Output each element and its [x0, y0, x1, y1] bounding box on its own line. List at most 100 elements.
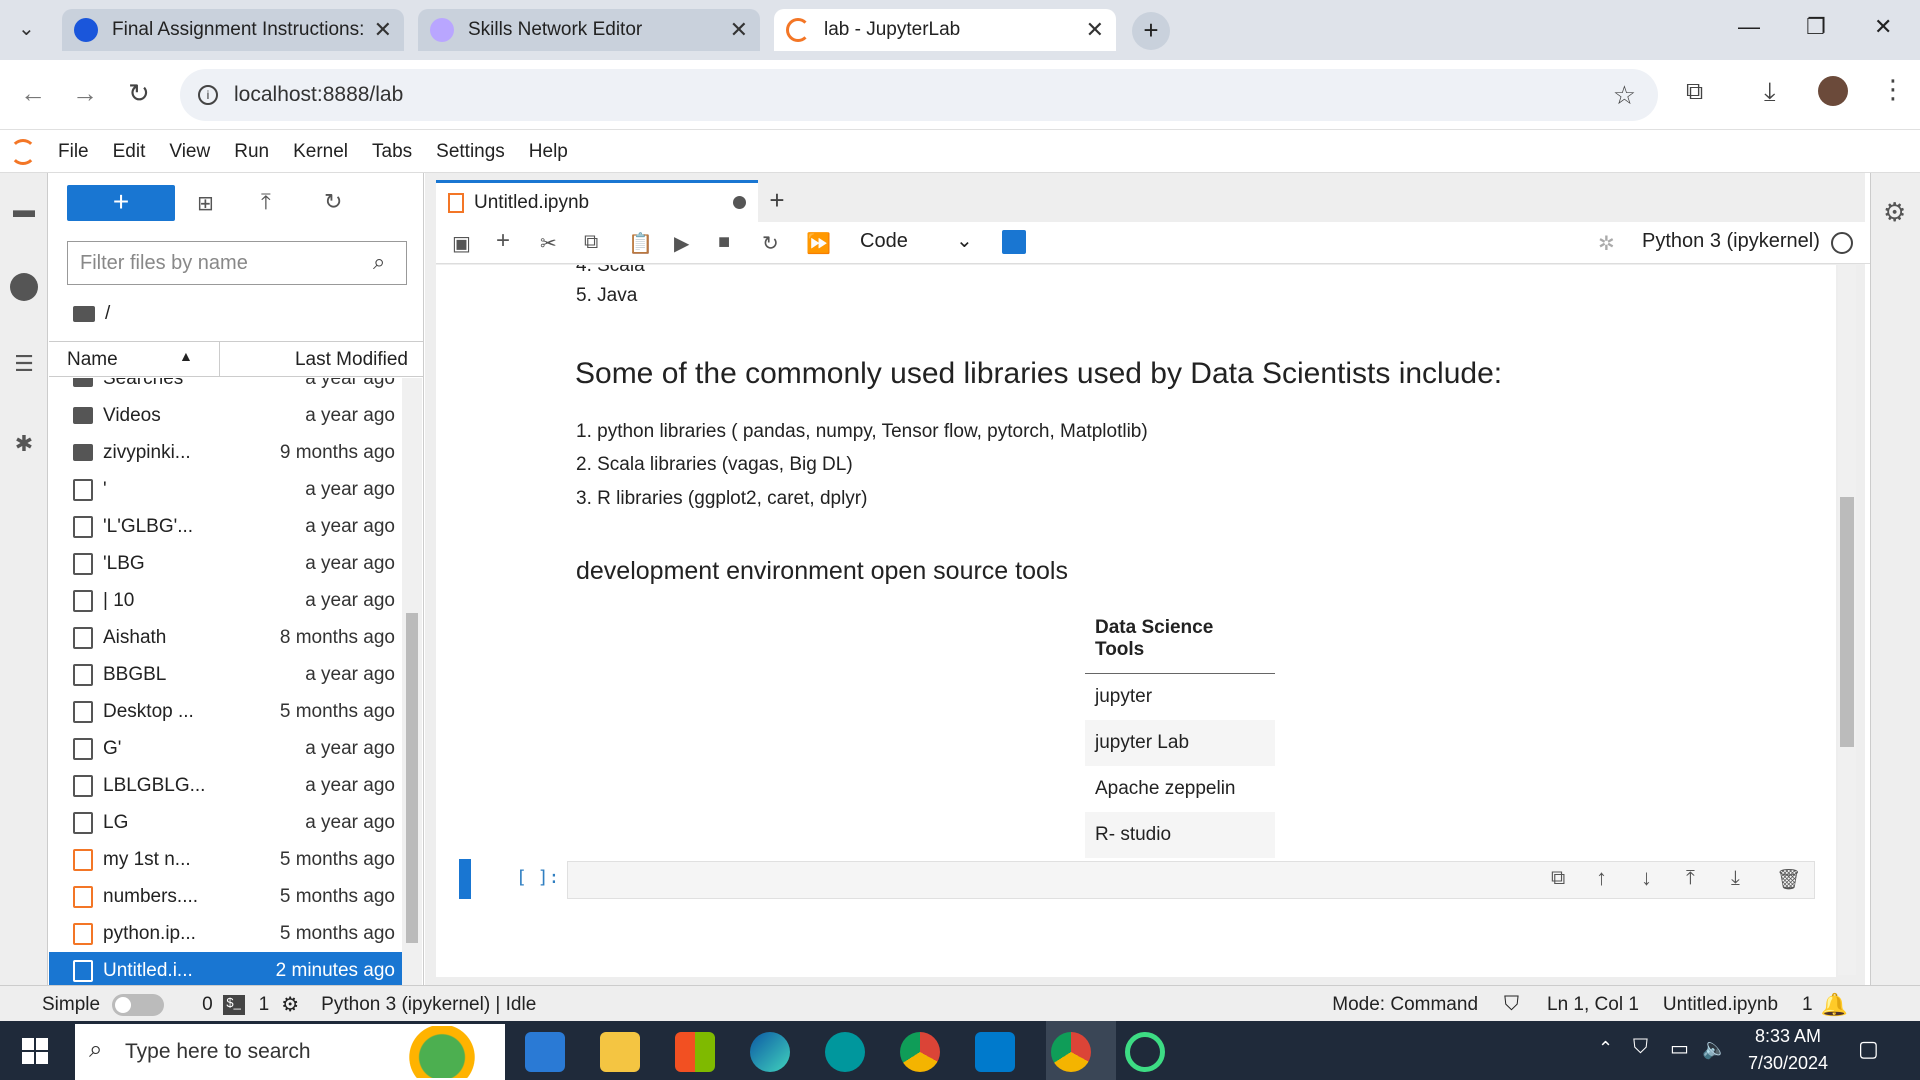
vscode-icon[interactable]	[975, 1032, 1015, 1072]
notification-center-icon[interactable]: ▢	[1858, 1036, 1879, 1062]
insert-cell-icon[interactable]: +	[496, 227, 510, 255]
restore-button[interactable]: ❐	[1806, 14, 1826, 40]
list-item[interactable]: LG a year ago	[49, 804, 409, 841]
kernel-chip-icon[interactable]: ⚙	[281, 992, 299, 1017]
anaconda-icon[interactable]	[1125, 1032, 1165, 1072]
insert-above-icon[interactable]: ⤒	[1686, 867, 1695, 890]
notification-count[interactable]: 1	[1802, 994, 1813, 1016]
add-tab-button[interactable]: +	[760, 184, 794, 218]
terminals-count[interactable]: 0	[202, 994, 213, 1016]
chevron-down-icon[interactable]: ⌄	[956, 228, 973, 253]
battery-icon[interactable]: ▭	[1670, 1036, 1689, 1061]
refresh-icon[interactable]: ↻	[324, 189, 342, 215]
new-launcher-button[interactable]: +	[67, 185, 175, 221]
close-window-button[interactable]: ✕	[1874, 14, 1892, 40]
reload-icon[interactable]: ↻	[128, 78, 150, 109]
close-tab-icon[interactable]: ✕	[730, 17, 748, 43]
chevron-up-icon[interactable]: ⌃	[1598, 1038, 1613, 1059]
list-item[interactable]: | 10 a year ago	[49, 582, 409, 619]
folder-icon[interactable]: ▬	[10, 197, 38, 225]
arduino-icon[interactable]	[825, 1032, 865, 1072]
debugger-bug-icon[interactable]: ✲	[1598, 231, 1615, 256]
browser-tab-jupyterlab[interactable]: lab - JupyterLab ✕	[774, 9, 1116, 51]
bell-icon[interactable]: 🔔	[1821, 992, 1848, 1018]
new-tab-button[interactable]: +	[1132, 12, 1170, 50]
file-explorer-icon[interactable]	[600, 1032, 640, 1072]
simple-mode-toggle[interactable]	[112, 993, 165, 1016]
site-info-icon[interactable]: i	[198, 85, 218, 105]
browser-tab-assignment[interactable]: Final Assignment Instructions: C ✕	[62, 9, 404, 51]
chrome-active-icon[interactable]	[1051, 1032, 1091, 1072]
list-item[interactable]: 'L'GLBG'... a year ago	[49, 508, 409, 545]
list-item[interactable]: ' a year ago	[49, 471, 409, 508]
profile-avatar[interactable]	[1818, 76, 1848, 106]
menu-settings[interactable]: Settings	[436, 141, 505, 163]
forward-arrow-icon[interactable]: →	[72, 78, 98, 109]
menu-tabs[interactable]: Tabs	[372, 141, 412, 163]
windows-start-icon[interactable]	[22, 1038, 48, 1064]
volume-icon[interactable]: 🔈	[1702, 1036, 1727, 1061]
cut-icon[interactable]: ✂	[540, 231, 557, 256]
sort-ascending-icon[interactable]: ▲	[179, 348, 193, 364]
run-icon[interactable]: ▶	[674, 231, 689, 256]
property-inspector-gear-icon[interactable]: ⚙	[1883, 197, 1906, 228]
list-item-selected[interactable]: Untitled.i... 2 minutes ago	[49, 952, 409, 989]
fast-forward-icon[interactable]: ⏩	[806, 231, 831, 256]
extensions-puzzle-icon[interactable]: ✱	[10, 431, 38, 459]
move-down-icon[interactable]: ↓	[1641, 865, 1652, 891]
list-item[interactable]: BBGBL a year ago	[49, 656, 409, 693]
kernel-status[interactable]: Python 3 (ipykernel) | Idle	[321, 994, 536, 1016]
kernels-count[interactable]: 1	[259, 994, 270, 1016]
clock-time[interactable]: 8:33 AM	[1740, 1026, 1836, 1047]
list-item[interactable]: my 1st n... 5 months ago	[49, 841, 409, 878]
list-item[interactable]: G' a year ago	[49, 730, 409, 767]
back-arrow-icon[interactable]: ←	[20, 78, 46, 109]
address-bar[interactable]: i localhost:8888/lab ☆	[180, 69, 1658, 121]
menu-view[interactable]: View	[169, 141, 210, 163]
stop-icon[interactable]: ■	[718, 231, 730, 254]
move-up-icon[interactable]: ↑	[1596, 865, 1607, 891]
chrome-icon[interactable]	[900, 1032, 940, 1072]
microsoft-store-icon[interactable]	[675, 1032, 715, 1072]
unsaved-dot-icon[interactable]	[733, 196, 746, 209]
menu-kernel[interactable]: Kernel	[293, 141, 348, 163]
folder-icon[interactable]	[73, 306, 95, 322]
list-item[interactable]: zivypinki... 9 months ago	[49, 434, 409, 471]
minimize-button[interactable]: —	[1738, 14, 1760, 40]
clock-date[interactable]: 7/30/2024	[1740, 1053, 1836, 1074]
cursor-position[interactable]: Ln 1, Col 1	[1547, 994, 1639, 1016]
weather-widget-icon[interactable]	[392, 1026, 492, 1078]
list-item[interactable]: Aishath 8 months ago	[49, 619, 409, 656]
running-kernels-icon[interactable]	[10, 273, 38, 301]
upload-icon[interactable]: ⤒	[261, 189, 271, 215]
tab-untitled-notebook[interactable]: Untitled.ipynb	[436, 180, 758, 222]
scrollbar-thumb[interactable]	[1840, 497, 1854, 747]
property-inspector-icon[interactable]	[1002, 230, 1026, 254]
bookmark-star-icon[interactable]: ☆	[1613, 80, 1636, 111]
menu-file[interactable]: File	[58, 141, 89, 163]
new-folder-icon[interactable]: ⊞	[197, 191, 214, 216]
duplicate-cell-icon[interactable]: ⧉	[1551, 867, 1565, 890]
list-item[interactable]: numbers.... 5 months ago	[49, 878, 409, 915]
list-item[interactable]: LBLGBLG... a year ago	[49, 767, 409, 804]
edge-browser-icon[interactable]	[750, 1032, 790, 1072]
download-icon[interactable]: ⤓	[1764, 76, 1776, 108]
kernel-name[interactable]: Python 3 (ipykernel)	[1642, 230, 1820, 253]
list-item[interactable]: Videos a year ago	[49, 397, 409, 434]
shield-icon[interactable]: ⛉	[1504, 993, 1519, 1016]
notebook-scrollbar[interactable]	[1838, 265, 1856, 975]
browser-tab-editor[interactable]: Skills Network Editor ✕	[418, 9, 760, 51]
list-item[interactable]: 'LBG a year ago	[49, 545, 409, 582]
close-tab-icon[interactable]: ✕	[374, 17, 392, 43]
code-cell-input[interactable]	[567, 861, 1815, 899]
menu-help[interactable]: Help	[529, 141, 568, 163]
breadcrumb-root[interactable]: /	[105, 303, 110, 325]
restart-icon[interactable]: ↻	[762, 231, 779, 256]
list-item[interactable]: Searches a year ago	[49, 378, 409, 397]
cell-type-select[interactable]: Code	[860, 230, 908, 253]
column-name[interactable]: Name	[67, 349, 118, 371]
delete-cell-icon[interactable]: 🗑	[1776, 867, 1801, 892]
table-of-contents-icon[interactable]: ☰	[10, 351, 38, 379]
copy-icon[interactable]: ⧉	[584, 231, 598, 254]
column-last-modified[interactable]: Last Modified	[295, 349, 408, 371]
